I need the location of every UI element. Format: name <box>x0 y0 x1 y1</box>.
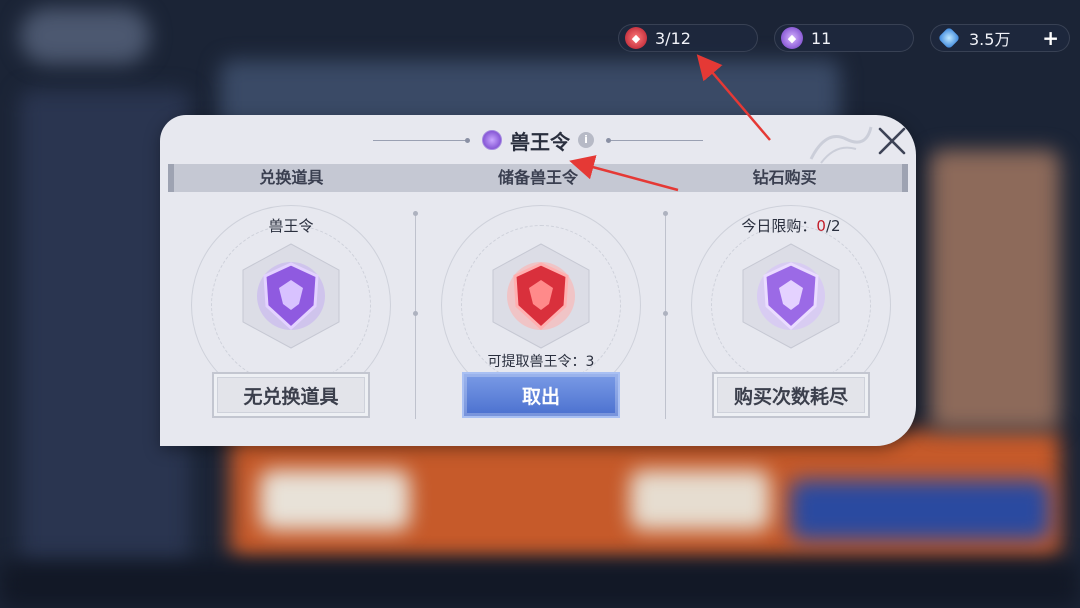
daily-limit: 今日限购：0/2 <box>668 215 914 236</box>
purchase-exhausted-button[interactable]: 购买次数耗尽 <box>712 372 870 418</box>
extractable-label: 可提取兽王令： <box>487 354 586 370</box>
extractable-value: 3 <box>585 354 595 370</box>
column-divider <box>413 211 418 419</box>
decorative-swirl <box>809 126 873 164</box>
daily-limit-total: /2 <box>825 217 841 235</box>
header-diamond-purchase: 钻石购买 <box>752 168 817 187</box>
daily-limit-used: 0 <box>816 217 826 235</box>
title-divider-left <box>373 137 470 143</box>
dialog-title-row: 兽王令 i <box>160 115 916 165</box>
withdraw-button[interactable]: 取出 <box>462 372 620 418</box>
red-token-counter[interactable]: ◆ 3/12 <box>618 24 758 52</box>
diamond-value: 3.5万 <box>969 30 1011 49</box>
title-divider-right <box>606 137 703 143</box>
exchange-item-name: 兽王令 <box>268 217 314 235</box>
red-beast-token-medal-icon <box>485 240 597 352</box>
add-diamonds-button[interactable]: + <box>1042 28 1059 48</box>
no-exchange-item-button[interactable]: 无兑换道具 <box>212 372 370 418</box>
purple-beast-token-medal-icon <box>235 240 347 352</box>
dialog-title: 兽王令 <box>510 129 570 154</box>
header-exchange: 兑换道具 <box>259 168 324 187</box>
close-icon <box>878 127 906 155</box>
reserve-column: 可提取兽王令：3 取出 <box>418 195 664 445</box>
exchange-column: 兽王令 无兑换道具 <box>168 195 414 445</box>
column-divider <box>663 211 668 419</box>
beast-token-dialog: 兽王令 i 兑换道具 储备兽王令 钻石购买 兽王令 无兑换道具 可提取兽王令：3… <box>160 115 916 446</box>
header-reserve: 储备兽王令 <box>498 168 579 187</box>
extractable-count: 可提取兽王令：3 <box>418 351 664 371</box>
purple-beast-token-icon: ◆ <box>781 27 803 49</box>
info-icon[interactable]: i <box>578 132 594 148</box>
daily-limit-label: 今日限购： <box>741 217 817 235</box>
column-header-band: 兑换道具 储备兽王令 钻石购买 <box>168 164 908 192</box>
purple-token-counter[interactable]: ◆ 11 <box>774 24 914 52</box>
purple-token-value: 11 <box>811 28 832 48</box>
red-token-value: 3/12 <box>655 28 691 48</box>
close-button[interactable] <box>872 121 912 161</box>
red-beast-token-icon: ◆ <box>625 27 647 49</box>
purple-beast-token-medal-icon <box>735 240 847 352</box>
beast-token-emblem-icon <box>482 130 502 150</box>
diamond-counter[interactable]: 3.5万 + <box>930 24 1070 52</box>
diamond-purchase-column: 今日限购：0/2 购买次数耗尽 <box>668 195 914 445</box>
diamond-icon <box>937 26 961 50</box>
